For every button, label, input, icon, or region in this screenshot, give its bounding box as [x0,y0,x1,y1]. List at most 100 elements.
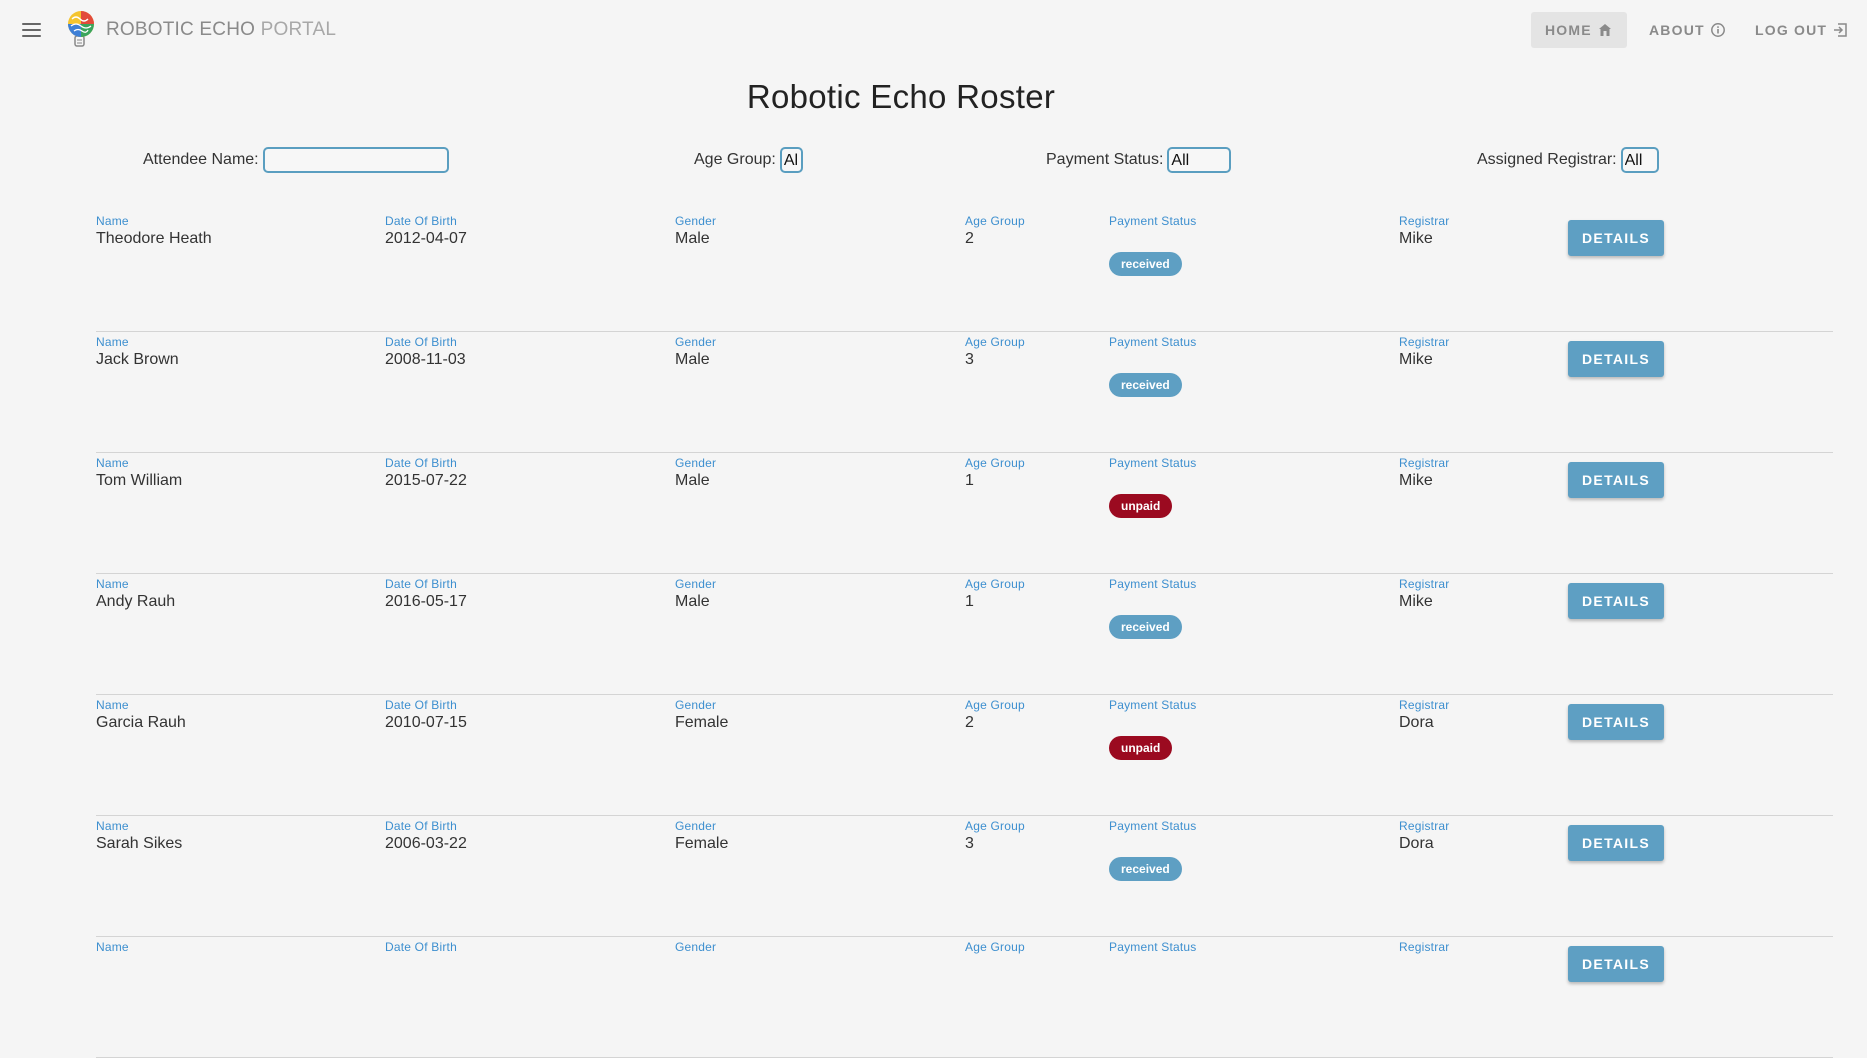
status-badge: received [1109,252,1182,276]
gender-value: Female [675,714,729,731]
nav-about-button[interactable]: ABOUT [1635,12,1740,48]
nav-logout-label: LOG OUT [1755,22,1828,38]
details-button[interactable]: DETAILS [1568,946,1664,982]
payment-status-label: Payment Status [1109,819,1197,833]
date-of-birth: 2008-11-03 [385,351,466,368]
gender-value: Male [675,351,710,368]
registrar-label: Registrar [1399,940,1450,954]
date-of-birth: 2006-03-22 [385,835,467,852]
details-button[interactable]: DETAILS [1568,462,1664,498]
gender-value: Female [675,835,729,852]
details-button[interactable]: DETAILS [1568,583,1664,619]
date-of-birth: 2015-07-22 [385,472,467,489]
dob-label: Date Of Birth [385,819,457,833]
date-of-birth: 2010-07-15 [385,714,467,731]
nav-home-button[interactable]: HOME [1531,12,1627,48]
age-group-label: Age Group [965,335,1025,349]
filter-payment-status-label: Payment Status: [1046,151,1164,168]
gender-label: Gender [675,940,717,954]
name-label: Name [96,456,129,470]
status-badge: received [1109,615,1182,639]
age-group-label: Age Group [965,577,1025,591]
name-label: Name [96,335,129,349]
age-group-value: 1 [965,593,974,610]
registrar-value: Mike [1399,472,1433,489]
details-button[interactable]: DETAILS [1568,220,1664,256]
app-title: ROBOTIC ECHO PORTAL [106,19,336,41]
table-row: Name Sarah Sikes Date Of Birth 2006-03-2… [96,816,1833,937]
payment-status-label: Payment Status [1109,214,1197,228]
attendee-name: Garcia Rauh [96,714,186,731]
registrar-value: Dora [1399,835,1434,852]
gender-value: Male [675,593,710,610]
age-group-value: 1 [965,472,974,489]
registrar-value: Mike [1399,230,1433,247]
details-button[interactable]: DETAILS [1568,704,1664,740]
age-group-label: Age Group [965,214,1025,228]
filter-assigned-registrar: Assigned Registrar: All [1477,146,1659,174]
brain-logo-icon [66,10,96,48]
table-row: Name Date Of Birth Gender Age Group Paym… [96,937,1833,1058]
status-badge: received [1109,373,1182,397]
attendee-name: Sarah Sikes [96,835,183,852]
attendee-name: Theodore Heath [96,230,212,247]
gender-value: Male [675,472,710,489]
home-icon [1598,24,1611,36]
table-row: Name Garcia Rauh Date Of Birth 2010-07-1… [96,695,1833,816]
age-group-value: 3 [965,351,974,368]
age-group-value: 3 [965,835,974,852]
status-badge: received [1109,857,1182,881]
filter-payment-status: Payment Status: All [1046,146,1232,174]
app-title-sub: PORTAL [260,19,337,40]
top-app-bar: ROBOTIC ECHO PORTAL HOME ABOUT LOG OUT [0,0,1867,60]
menu-icon[interactable] [20,20,44,40]
details-button[interactable]: DETAILS [1568,825,1664,861]
filter-age-group: Age Group: All [694,146,803,174]
details-button[interactable]: DETAILS [1568,341,1664,377]
attendee-name: Tom William [96,472,183,489]
attendee-name: Jack Brown [96,351,179,368]
payment-status-select[interactable]: All [1167,147,1232,173]
assigned-registrar-select[interactable]: All [1620,147,1659,173]
gender-label: Gender [675,335,717,349]
dob-label: Date Of Birth [385,698,457,712]
nav-home-label: HOME [1545,22,1592,38]
registrar-label: Registrar [1399,214,1450,228]
age-group-select[interactable]: All [779,147,803,173]
gender-label: Gender [675,214,717,228]
gender-value: Male [675,230,710,247]
table-row: Name Andy Rauh Date Of Birth 2016-05-17 … [96,574,1833,695]
registrar-label: Registrar [1399,819,1450,833]
registrar-label: Registrar [1399,456,1450,470]
dob-label: Date Of Birth [385,456,457,470]
name-label: Name [96,214,129,228]
page-title: Robotic Echo Roster [746,78,1056,115]
attendee-name-input[interactable] [262,147,449,173]
gender-label: Gender [675,819,717,833]
registrar-label: Registrar [1399,335,1450,349]
registrar-value: Mike [1399,593,1433,610]
filter-age-group-label: Age Group: [694,151,776,168]
dob-label: Date Of Birth [385,577,457,591]
age-group-value: 2 [965,714,974,731]
payment-status-label: Payment Status [1109,577,1197,591]
registrar-label: Registrar [1399,577,1450,591]
nav-about-label: ABOUT [1649,22,1705,38]
registrar-label: Registrar [1399,698,1450,712]
filter-attendee-name-label: Attendee Name: [143,151,259,168]
nav-logout-button[interactable]: LOG OUT [1741,12,1862,48]
logout-icon [1834,23,1847,37]
status-badge: unpaid [1109,736,1173,760]
table-row: Name Theodore Heath Date Of Birth 2012-0… [96,211,1833,332]
date-of-birth: 2016-05-17 [385,593,467,610]
attendee-name: Andy Rauh [96,593,176,610]
app-title-main: ROBOTIC ECHO [106,19,256,40]
gender-label: Gender [675,698,717,712]
status-badge: unpaid [1109,494,1173,518]
gender-label: Gender [675,456,717,470]
table-row: Name Jack Brown Date Of Birth 2008-11-03… [96,332,1833,453]
payment-status-label: Payment Status [1109,335,1197,349]
date-of-birth: 2012-04-07 [385,230,467,247]
age-group-label: Age Group [965,819,1025,833]
age-group-label: Age Group [965,698,1025,712]
